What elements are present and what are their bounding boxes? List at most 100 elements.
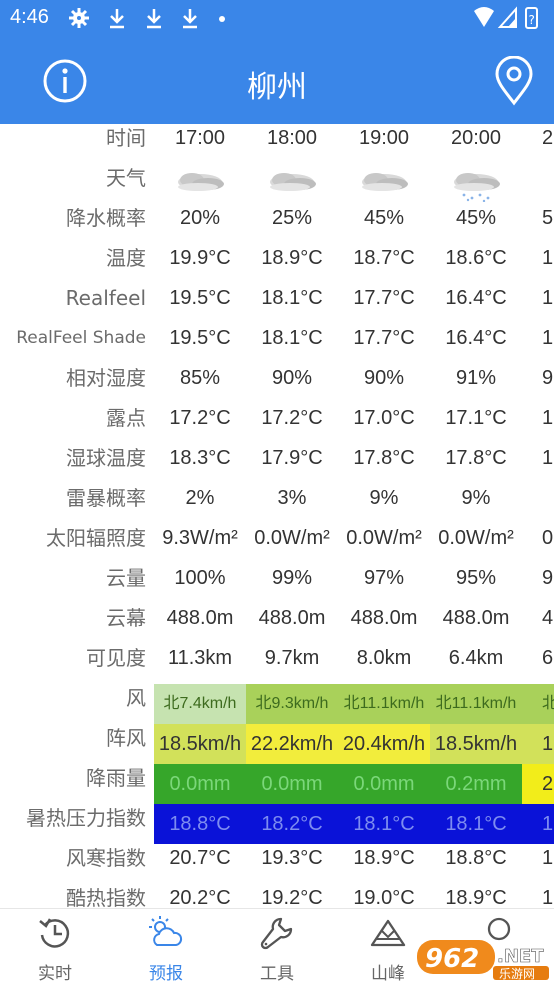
mountain-icon bbox=[370, 919, 406, 947]
table-cell: 18.3°C bbox=[169, 447, 231, 469]
table-row-visibility: 11.3km 9.7km 8.0km 6.4km 6. bbox=[154, 644, 554, 684]
table-cell: 488.0m bbox=[166, 607, 234, 629]
table-cell: 9% bbox=[461, 487, 491, 509]
settings-icon bbox=[69, 7, 89, 28]
forecast-icon bbox=[149, 916, 183, 946]
table-cell: 6. bbox=[542, 647, 554, 669]
table-cell: 17.9°C bbox=[261, 447, 323, 469]
download-icon bbox=[183, 8, 198, 28]
table-cell: 20.2°C bbox=[169, 887, 231, 908]
status-bar: 4:46 ? bbox=[0, 0, 554, 38]
table-cell: 48 bbox=[542, 607, 554, 629]
tab-forecast[interactable]: 预报 bbox=[111, 909, 221, 985]
table-cell: 9 bbox=[542, 567, 554, 589]
table-row-thunder-prob: 2% 3% 9% 9% bbox=[154, 484, 554, 524]
table-cell: 19.0°C bbox=[353, 887, 415, 908]
table-cell: 5 bbox=[542, 207, 554, 229]
table-cell: 6.4km bbox=[448, 647, 504, 669]
row-label-wind-chill: 风寒指数 bbox=[66, 846, 146, 870]
tab-tools[interactable]: 工具 bbox=[222, 909, 332, 985]
rain-cloud-icon bbox=[430, 164, 522, 204]
table-row-temperature: 19.9°C 18.9°C 18.7°C 18.6°C 18 bbox=[154, 244, 554, 284]
table-cell: 15 bbox=[542, 327, 554, 349]
forecast-table[interactable]: 时间 天气 降水概率 温度 Realfeel RealFeel Shade 相对湿度 露点 湿球… bbox=[0, 124, 554, 908]
table-cell: 18:00 bbox=[266, 127, 318, 149]
table-row-realfeel-shade: 19.5°C 18.1°C 17.7°C 16.4°C 15 bbox=[154, 324, 554, 364]
table-cell: 19.2°C bbox=[261, 887, 323, 908]
table-cell: 18.5km/h bbox=[154, 724, 246, 764]
location-pin-icon[interactable] bbox=[494, 56, 534, 106]
row-label-cloud-cover: 云量 bbox=[106, 566, 146, 590]
table-cell: 北7.4km/h bbox=[154, 684, 246, 724]
table-cell: 20.4km/h bbox=[338, 724, 430, 764]
table-row-heat-index: 20.2°C 19.2°C 19.0°C 18.9°C 18 bbox=[154, 884, 554, 908]
table-cell: 488.0m bbox=[350, 607, 418, 629]
table-cell: 北11.1km/h bbox=[430, 684, 522, 724]
row-label-gust: 阵风 bbox=[106, 726, 146, 750]
table-row-dew-point: 17.2°C 17.2°C 17.0°C 17.1°C 17 bbox=[154, 404, 554, 444]
table-cell: 9% bbox=[369, 487, 399, 509]
table-cell: 17.1°C bbox=[445, 407, 507, 429]
cloudy-icon bbox=[154, 164, 246, 204]
row-label-realfeel-shade: RealFeel Shade bbox=[16, 328, 146, 348]
table-cell: 17.8°C bbox=[445, 447, 507, 469]
table-cell: 17.0°C bbox=[353, 407, 415, 429]
city-title: 柳州 bbox=[247, 70, 307, 105]
table-cell: 99% bbox=[271, 567, 313, 589]
table-cell: 0.0mm bbox=[338, 764, 430, 804]
table-cell: 0.0W/m² bbox=[438, 527, 514, 549]
table-cell: 0.0W/m² bbox=[346, 527, 422, 549]
notification-icons bbox=[68, 4, 227, 29]
row-label-temperature: 温度 bbox=[106, 246, 146, 270]
table-row-rainfall: 0.0mm0.0mm0.0mm0.2mm2. bbox=[154, 764, 554, 804]
table-row-realfeel: 19.5°C 18.1°C 17.7°C 16.4°C 15 bbox=[154, 284, 554, 324]
table-cell: 22.2km/h bbox=[246, 724, 338, 764]
table-cell: 18 bbox=[542, 847, 554, 869]
download-icon bbox=[146, 8, 161, 28]
row-label-ceiling: 云幕 bbox=[106, 606, 146, 630]
table-cell: 20:00 bbox=[450, 127, 502, 149]
row-label-dew-point: 露点 bbox=[106, 406, 146, 430]
table-cell: 18.8°C bbox=[154, 804, 246, 844]
table-cell: 北9 bbox=[522, 684, 554, 724]
table-cell: 20% bbox=[179, 207, 221, 229]
table-cell: 18.5km/h bbox=[430, 724, 522, 764]
hourly-columns: 17:00 18:00 19:00 20:00 2 20% 25% 45% 45% 5 19.9°C… bbox=[154, 124, 554, 908]
table-cell: 17.2°C bbox=[169, 407, 231, 429]
row-label-wet-bulb: 湿球温度 bbox=[66, 446, 146, 470]
table-cell: 19:00 bbox=[358, 127, 410, 149]
row-label-solar-irradiance: 太阳辐照度 bbox=[46, 526, 146, 550]
table-cell: 85% bbox=[179, 367, 221, 389]
table-row-cloud-cover: 100% 99% 97% 95% 9 bbox=[154, 564, 554, 604]
table-cell: 17.8°C bbox=[353, 447, 415, 469]
wifi-icon bbox=[474, 7, 494, 27]
table-cell: 16.4°C bbox=[445, 287, 507, 309]
table-row-time: 17:00 18:00 19:00 20:00 2 bbox=[154, 124, 554, 164]
system-status-icons: ? bbox=[474, 6, 538, 29]
wrench-icon bbox=[260, 917, 293, 950]
table-cell: 15 bbox=[542, 287, 554, 309]
table-row-heat-stress: 18.8°C18.2°C18.1°C18.1°C18 bbox=[154, 804, 554, 844]
table-cell: 17 bbox=[542, 447, 554, 469]
row-label-wind: 风 bbox=[126, 686, 146, 710]
row-label-weather: 天气 bbox=[106, 166, 146, 190]
table-cell: 16.4°C bbox=[445, 327, 507, 349]
table-cell: 0.0mm bbox=[246, 764, 338, 804]
table-cell: 19.3°C bbox=[261, 847, 323, 869]
table-cell: 18.9°C bbox=[261, 247, 323, 269]
table-cell bbox=[522, 484, 554, 524]
svg-text:?: ? bbox=[529, 13, 535, 27]
table-cell: 17 bbox=[542, 407, 554, 429]
table-cell: 11.3km bbox=[167, 647, 233, 669]
table-cell: 0.0W/m² bbox=[254, 527, 330, 549]
table-cell: 16. bbox=[522, 724, 554, 764]
table-row-weather bbox=[154, 164, 554, 204]
table-cell: 17.2°C bbox=[261, 407, 323, 429]
tab-realtime[interactable]: 实时 bbox=[0, 909, 110, 985]
download-icon bbox=[110, 8, 125, 28]
table-cell: 18 bbox=[542, 247, 554, 269]
app-bar: 柳州 bbox=[0, 38, 554, 124]
table-cell: 95% bbox=[455, 567, 497, 589]
table-cell: 9.3W/m² bbox=[162, 527, 238, 549]
table-cell: 2. bbox=[522, 764, 554, 804]
